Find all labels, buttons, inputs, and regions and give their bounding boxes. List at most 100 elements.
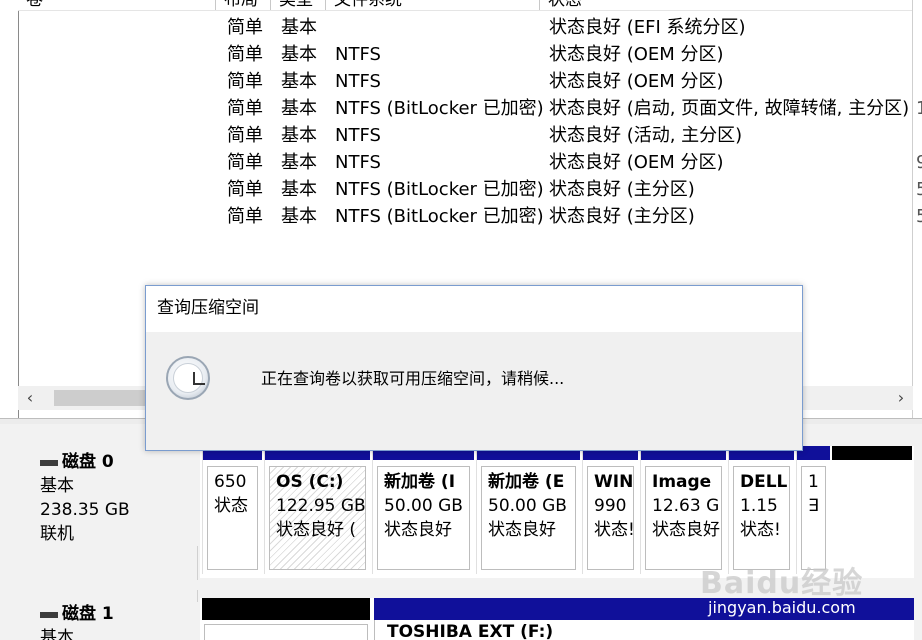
partition-status: ∃	[808, 496, 819, 516]
volume-type: 基本	[281, 98, 317, 119]
partition-name: Image	[652, 472, 712, 492]
disk-0-state: 联机	[40, 524, 74, 544]
partition-block[interactable]: 1 ∃	[796, 446, 830, 574]
volume-layout: 简单	[227, 17, 263, 38]
table-row[interactable]: Image简单基本NTFS状态良好 (OEM 分区)	[30, 68, 912, 95]
partition-name: 新加卷 (I	[384, 472, 456, 492]
partition-name: TOSHIBA EXT (F:)	[387, 622, 554, 640]
disk-1-type: 基本	[40, 628, 74, 640]
disk-icon	[40, 612, 58, 618]
unallocated-bar	[202, 598, 370, 620]
volume-type: 基本	[281, 125, 317, 146]
disk-0-title-row: 磁盘 0	[40, 450, 210, 474]
partition-status: 状态良好	[384, 520, 452, 540]
partition-status: 状态良好 (	[276, 520, 357, 540]
table-row[interactable]: 新加卷 (D:)简单基本NTFS (BitLocker 已加密)状态良好 (主分…	[30, 176, 922, 203]
partition-info: 650 状态	[207, 466, 258, 570]
disk-0-title: 磁盘 0	[62, 452, 114, 472]
volume-filesystem: NTFS	[335, 71, 381, 92]
table-row[interactable]: WINRETOOLS简单基本NTFS状态良好 (OEM 分区)9	[30, 149, 922, 176]
volume-filesystem: NTFS	[335, 44, 381, 65]
scroll-right-icon[interactable]: ›	[889, 386, 913, 410]
partition-status: 状态良好	[652, 520, 720, 540]
partition-status: 状态	[214, 496, 248, 516]
partition-name: 新加卷 (E	[488, 472, 565, 492]
volume-filesystem: NTFS (BitLocker 已加密)	[335, 206, 544, 227]
table-row[interactable]: 新加卷 (E:)简单基本NTFS (BitLocker 已加密)状态良好 (主分…	[30, 203, 922, 230]
volume-type: 基本	[281, 71, 317, 92]
partition-info: Image 12.63 G 状态良好	[645, 466, 722, 570]
partition-status: 状态!	[594, 520, 634, 540]
list-right-border	[912, 0, 913, 418]
partition-info: 新加卷 (E 50.00 GB 状态良好	[481, 466, 576, 570]
disk-0-partitions: 650 状态 OS (C:) 122.95 GB 状态良好 (新加卷 (I 50.00 G…	[200, 446, 914, 578]
volume-filesystem: NTFS	[335, 125, 381, 146]
partition-name: OS (C:)	[276, 472, 344, 492]
disk-0-panel[interactable]: 磁盘 0 基本 238.35 GB 联机	[28, 430, 210, 580]
volume-layout: 简单	[227, 98, 263, 119]
table-row[interactable]: OS (C:)简单基本NTFS (BitLocker 已加密)状态良好 (启动,…	[30, 95, 922, 122]
volume-filesystem: NTFS	[335, 152, 381, 173]
partition-block[interactable]: DELL 1.15 状态!	[728, 446, 794, 574]
volume-status: 状态良好 (OEM 分区)	[549, 71, 724, 92]
volume-status: 状态良好 (主分区)	[549, 206, 695, 227]
volume-status: 状态良好 (启动, 页面文件, 故障转储, 主分区)	[549, 98, 909, 119]
disk-0-type: 基本	[40, 476, 74, 496]
partition-size: 122.95 GB	[276, 496, 366, 516]
volume-type: 基本	[281, 152, 317, 173]
volume-status: 状态良好 (EFI 系统分区)	[549, 17, 746, 38]
volume-layout: 简单	[227, 71, 263, 92]
volume-layout: 简单	[227, 179, 263, 200]
partition-info: DELL 1.15 状态!	[733, 466, 790, 570]
partition-size: 12.63 G	[652, 496, 720, 516]
shrink-query-dialog: 查询压缩空间 正在查询卷以获取可用压缩空间，请稍候...	[145, 285, 803, 451]
partition-name: WIN	[594, 472, 634, 492]
volume-type: 基本	[281, 206, 317, 227]
partition-size: 1	[808, 472, 819, 492]
volume-type: 基本	[281, 179, 317, 200]
partition-info: WIN 990 I 状态!	[587, 466, 634, 570]
disk-1-unallocated[interactable]	[204, 624, 368, 640]
partition-status: 状态良好	[488, 520, 556, 540]
volume-capacity-clipped: 5	[916, 179, 922, 200]
scroll-left-icon[interactable]: ‹	[18, 386, 42, 410]
partition-block[interactable]: 650 状态	[202, 446, 262, 574]
partition-size: 650	[214, 472, 247, 492]
partition-block[interactable]: OS (C:) 122.95 GB 状态良好 (	[264, 446, 370, 574]
partition-status: 状态!	[740, 520, 781, 540]
table-row[interactable]: DELLSUPPORT简单基本NTFS状态良好 (OEM 分区)	[30, 41, 912, 68]
partition-block[interactable]: Image 12.63 G 状态良好	[640, 446, 726, 574]
disk-1-partition-f[interactable]: TOSHIBA EXT (F:)	[374, 620, 914, 640]
partition-block[interactable]: 新加卷 (I 50.00 GB 状态良好	[372, 446, 474, 574]
volume-filesystem: NTFS (BitLocker 已加密)	[335, 98, 544, 119]
volume-layout: 简单	[227, 152, 263, 173]
volume-type: 基本	[281, 44, 317, 65]
partition-block[interactable]: WIN 990 I 状态!	[582, 446, 638, 574]
volume-status: 状态良好 (OEM 分区)	[549, 44, 724, 65]
volume-status: 状态良好 (OEM 分区)	[549, 152, 724, 173]
disk-graphical-view: 磁盘 0 基本 238.35 GB 联机 650 状态 OS (C:) 122.95 …	[0, 424, 922, 640]
table-row[interactable]: (磁盘 0 磁盘分区 1)简单基本状态良好 (EFI 系统分区)	[30, 14, 912, 41]
partition-info: OS (C:) 122.95 GB 状态良好 (	[269, 466, 366, 570]
table-row[interactable]: TOSHIBA EXT (F:)简单基本NTFS状态良好 (活动, 主分区)	[30, 122, 912, 149]
partition-name: DELL	[740, 472, 788, 492]
dialog-title: 查询压缩空间	[146, 286, 802, 332]
partition-bar	[374, 598, 914, 620]
volume-layout: 简单	[227, 206, 263, 227]
clock-icon	[166, 356, 210, 400]
disk-icon	[40, 460, 58, 466]
volume-type: 基本	[281, 17, 317, 38]
partition-size: 990 I	[594, 496, 634, 516]
volume-capacity-clipped: 9	[916, 152, 922, 173]
partition-size: 50.00 GB	[488, 496, 567, 516]
unallocated-bar	[832, 446, 912, 460]
volume-capacity-clipped: 1	[916, 98, 922, 119]
disk-1-panel[interactable]: 磁盘 1 基本	[28, 590, 210, 640]
volume-status: 状态良好 (活动, 主分区)	[549, 125, 743, 146]
volume-layout: 简单	[227, 44, 263, 65]
volume-layout: 简单	[227, 125, 263, 146]
disk-1-title: 磁盘 1	[62, 604, 114, 624]
partition-size: 1.15	[740, 496, 778, 516]
partition-info: 1 ∃	[801, 466, 826, 570]
partition-block[interactable]: 新加卷 (E 50.00 GB 状态良好	[476, 446, 580, 574]
